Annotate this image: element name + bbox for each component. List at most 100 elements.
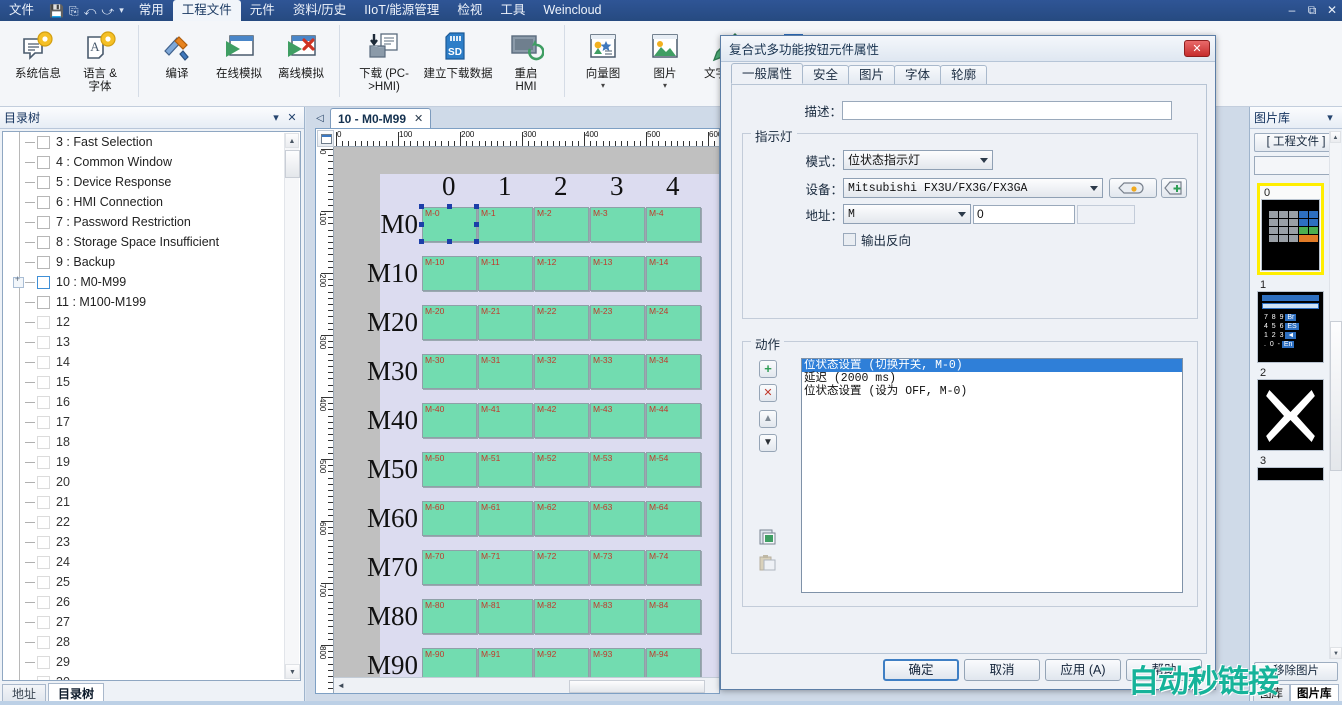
action-list[interactable]: 位状态设置 (切换开关, M-0)延迟 (2000 ms)位状态设置 (设为 O… xyxy=(801,358,1183,593)
bit-button-cell[interactable]: M-41 xyxy=(478,403,533,438)
library-item-2[interactable]: 2 xyxy=(1257,367,1324,451)
tree-item-23[interactable]: 23 xyxy=(3,532,300,552)
tab-outline[interactable]: 轮廓 xyxy=(940,65,987,84)
bit-button-cell[interactable]: M-0 xyxy=(422,207,477,242)
bit-button-cell[interactable]: M-32 xyxy=(534,354,589,389)
move-up-button[interactable]: ▲ xyxy=(759,410,777,428)
ribbon-button-language-font[interactable]: A 语言 & 字体 xyxy=(69,23,131,103)
window-icon[interactable] xyxy=(37,476,50,489)
copy-button[interactable] xyxy=(759,528,777,546)
minimize-icon[interactable]: – xyxy=(1282,0,1302,21)
selection-handle[interactable] xyxy=(474,222,479,227)
tree-item-16[interactable]: 16 xyxy=(3,392,300,412)
window-icon[interactable] xyxy=(37,556,50,569)
window-icon[interactable] xyxy=(37,616,50,629)
address-type-select[interactable]: M xyxy=(843,204,971,224)
menu-item-project-file[interactable]: 工程文件 xyxy=(173,0,241,21)
tree-item-15[interactable]: 15 xyxy=(3,372,300,392)
bit-button-cell[interactable]: M-34 xyxy=(646,354,701,389)
bit-button-cell[interactable]: M-24 xyxy=(646,305,701,340)
scroll-down-icon[interactable]: ▼ xyxy=(1330,647,1342,659)
bit-button-cell[interactable]: M-73 xyxy=(590,550,645,585)
ruler-origin-button[interactable] xyxy=(317,130,334,147)
directory-tree[interactable]: 3 : Fast Selection4 : Common Window5 : D… xyxy=(2,131,301,681)
tab-directory-tree[interactable]: 目录树 xyxy=(48,683,104,703)
tab-font[interactable]: 字体 xyxy=(894,65,941,84)
scrollbar-thumb[interactable] xyxy=(569,680,705,693)
tree-item-11[interactable]: 11 : M100-M199 xyxy=(3,292,300,312)
bit-button-cell[interactable]: M-64 xyxy=(646,501,701,536)
ribbon-button-restart-hmi[interactable]: 重启 HMI xyxy=(495,23,557,103)
tree-item-5[interactable]: 5 : Device Response xyxy=(3,172,300,192)
tree-item-22[interactable]: 22 xyxy=(3,512,300,532)
address-number-input[interactable] xyxy=(973,205,1075,224)
window-icon[interactable] xyxy=(37,196,50,209)
tree-item-9[interactable]: 9 : Backup xyxy=(3,252,300,272)
description-input[interactable] xyxy=(842,101,1172,120)
bit-button-cell[interactable]: M-1 xyxy=(478,207,533,242)
tree-item-10[interactable]: 10 : M0-M99 xyxy=(3,272,300,292)
window-icon[interactable] xyxy=(37,156,50,169)
window-icon[interactable] xyxy=(37,276,50,289)
undo-icon[interactable]: ⤺ xyxy=(84,5,97,17)
menu-item-view[interactable]: 检视 xyxy=(448,0,491,21)
menu-item-iiot[interactable]: IIoT/能源管理 xyxy=(355,0,448,21)
device-settings-button[interactable] xyxy=(1109,178,1157,198)
ok-button[interactable]: 确定 xyxy=(883,659,959,681)
restore-icon[interactable]: ⧉ xyxy=(1302,0,1322,21)
export-icon[interactable]: ⎘ xyxy=(69,5,79,17)
bit-button-cell[interactable]: M-81 xyxy=(478,599,533,634)
ribbon-button-picture[interactable]: 图片 ▾ xyxy=(634,23,696,103)
window-icon[interactable] xyxy=(37,316,50,329)
window-icon[interactable] xyxy=(37,176,50,189)
selection-handle[interactable] xyxy=(419,222,424,227)
bit-button-cell[interactable]: M-61 xyxy=(478,501,533,536)
ribbon-button-vector-graphic[interactable]: 向量图 ▾ xyxy=(572,23,634,103)
menu-item-tools[interactable]: 工具 xyxy=(491,0,534,21)
scroll-up-icon[interactable]: ▲ xyxy=(285,133,299,148)
canvas-editor[interactable]: 0100200300400500600 01002003004005006007… xyxy=(315,128,720,694)
bit-button-cell[interactable]: M-52 xyxy=(534,452,589,487)
bit-button-cell[interactable]: M-70 xyxy=(422,550,477,585)
project-file-button[interactable]: [ 工程文件 ] xyxy=(1254,133,1338,152)
tree-item-12[interactable]: 12 xyxy=(3,312,300,332)
bit-button-cell[interactable]: M-4 xyxy=(646,207,701,242)
tree-item-17[interactable]: 17 xyxy=(3,412,300,432)
element-properties-dialog[interactable]: 复合式多功能按钮元件属性 ✕ 一般属性 安全 图片 字体 轮廓 描述： 指示灯 … xyxy=(720,35,1216,690)
menu-item-common[interactable]: 常用 xyxy=(130,0,173,21)
bit-button-cell[interactable]: M-51 xyxy=(478,452,533,487)
delete-action-button[interactable]: ✕ xyxy=(759,384,777,402)
window-icon[interactable] xyxy=(37,236,50,249)
bit-button-cell[interactable]: M-54 xyxy=(646,452,701,487)
tree-item-7[interactable]: 7 : Password Restriction xyxy=(3,212,300,232)
tab-security[interactable]: 安全 xyxy=(802,65,849,84)
invert-output-checkbox[interactable] xyxy=(843,233,856,246)
window-icon[interactable] xyxy=(37,416,50,429)
expand-icon[interactable] xyxy=(13,277,24,288)
window-icon[interactable] xyxy=(37,516,50,529)
scroll-up-icon[interactable]: ▲ xyxy=(1330,131,1341,143)
bit-button-cell[interactable]: M-82 xyxy=(534,599,589,634)
bit-button-cell[interactable]: M-62 xyxy=(534,501,589,536)
tree-item-6[interactable]: 6 : HMI Connection xyxy=(3,192,300,212)
canvas-horizontal-scrollbar[interactable]: ◄ xyxy=(334,677,719,693)
tree-item-27[interactable]: 27 xyxy=(3,612,300,632)
mode-select[interactable]: 位状态指示灯 xyxy=(843,150,993,170)
bit-button-cell[interactable]: M-12 xyxy=(534,256,589,291)
ribbon-button-system-info[interactable]: 系统信息 xyxy=(7,23,69,103)
scrollbar-thumb[interactable] xyxy=(285,150,300,178)
window-icon[interactable] xyxy=(37,636,50,649)
window-icon[interactable] xyxy=(37,676,50,682)
apply-button[interactable]: 应用 (A) xyxy=(1045,659,1121,681)
ribbon-button-compile[interactable]: 编译 xyxy=(146,23,208,103)
tree-item-28[interactable]: 28 xyxy=(3,632,300,652)
bit-button-cell[interactable]: M-40 xyxy=(422,403,477,438)
ribbon-button-offline-simulation[interactable]: 离线模拟 xyxy=(270,23,332,103)
action-list-item[interactable]: 位状态设置 (切换开关, M-0) xyxy=(802,359,1182,372)
action-list-item[interactable]: 延迟 (2000 ms) xyxy=(802,372,1182,385)
window-icon[interactable] xyxy=(37,576,50,589)
chevron-down-icon[interactable]: ▾ xyxy=(601,82,605,90)
library-thumbnail-list[interactable]: 0 1 7 8 9 Br 4 5 6 ES 1 2 3 ◄ xyxy=(1254,181,1327,657)
tree-item-29[interactable]: 29 xyxy=(3,652,300,672)
bit-button-cell[interactable]: M-44 xyxy=(646,403,701,438)
